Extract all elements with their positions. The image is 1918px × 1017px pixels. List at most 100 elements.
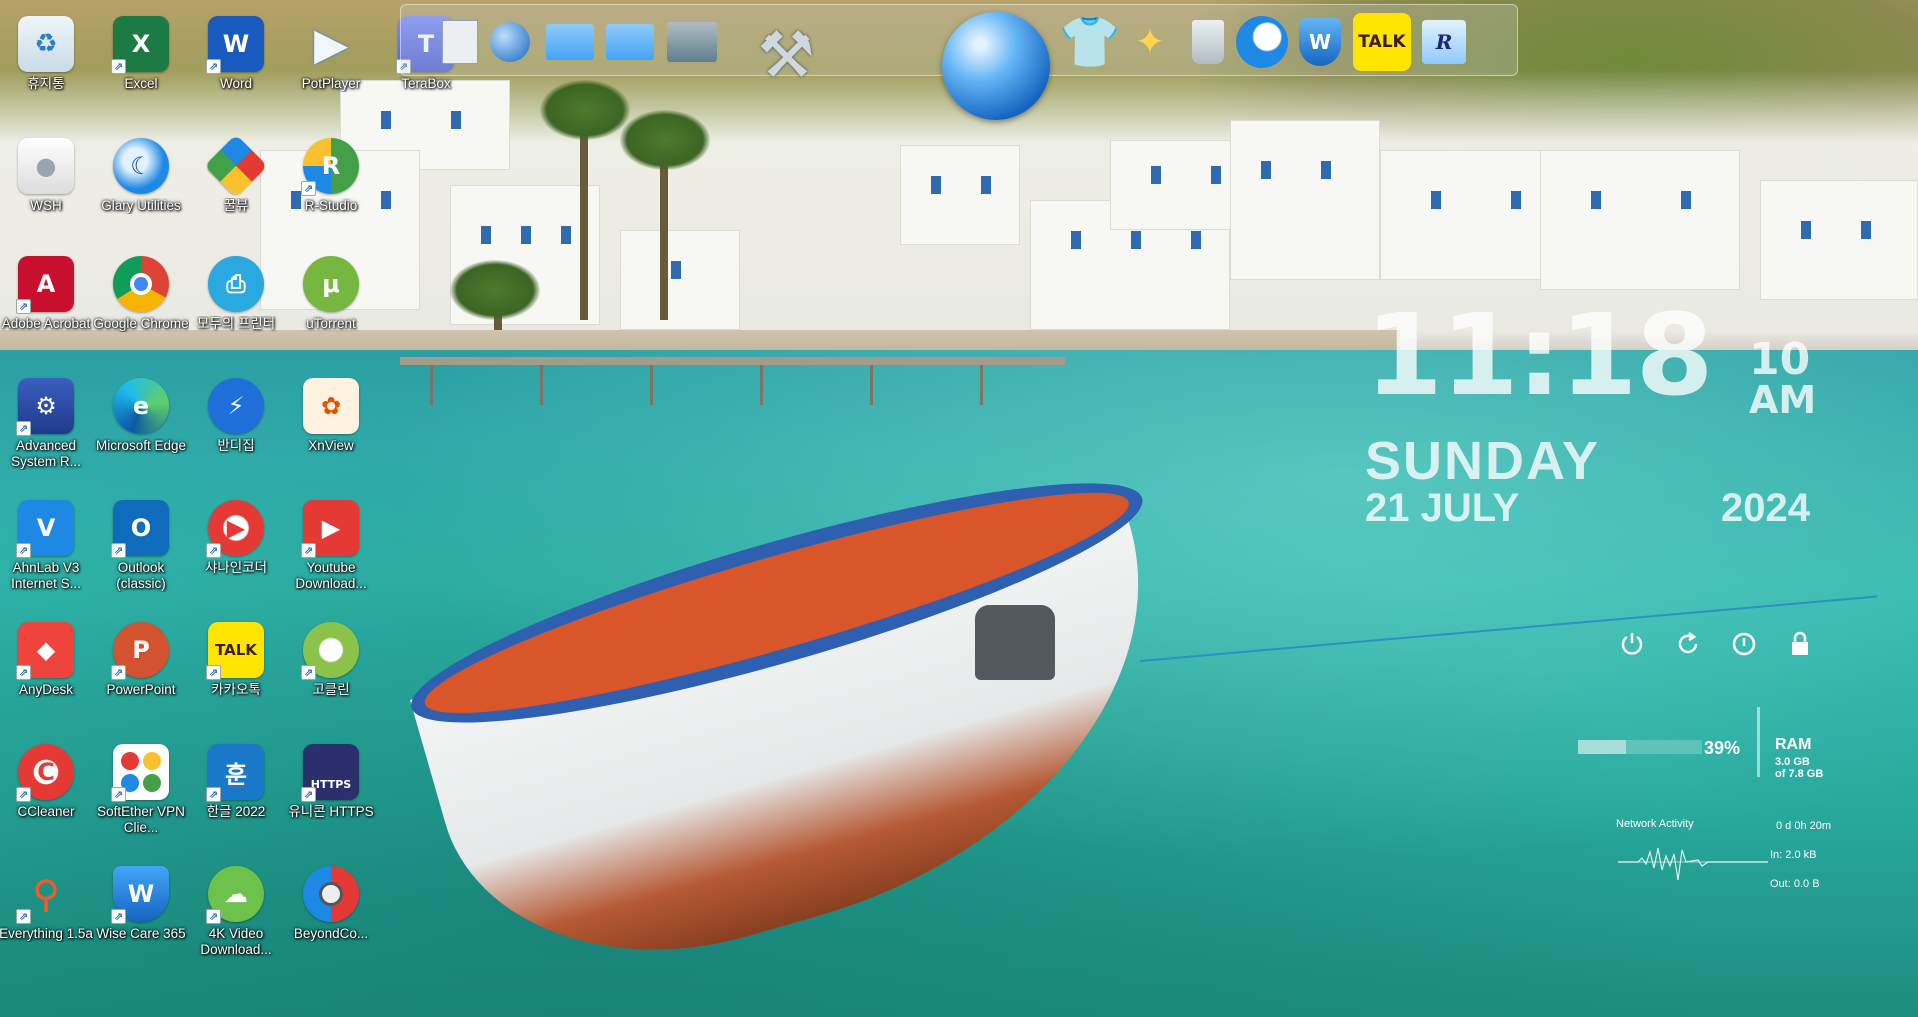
icon-label: CCleaner <box>17 804 75 819</box>
desktop-icon-adobe-acrobat[interactable]: A ⇗ Adobe Acrobat <box>0 250 92 362</box>
wsh-file-icon: ● <box>18 138 74 194</box>
desktop-icon-softether-vpn[interactable]: ⇗ SoftEther VPN Clie... <box>95 738 187 850</box>
desktop-icon-excel[interactable]: X ⇗ Excel <box>95 10 187 122</box>
xnview-icon: ✿ <box>303 378 359 434</box>
shortcut-arrow-icon: ⇗ <box>111 787 126 802</box>
desktop-icon-4k-video-downloader[interactable]: ☁ ⇗ 4K Video Download... <box>190 860 282 972</box>
power-icon <box>1621 633 1643 655</box>
icon-label: 반디집 <box>217 438 255 453</box>
desktop-icon-word[interactable]: W ⇗ Word <box>190 10 282 122</box>
dock-tools-icon[interactable]: ⚒ <box>741 11 831 101</box>
desktop-icon-advanced-system-repair[interactable]: ⚙ ⇗ Advanced System R... <box>0 372 92 484</box>
icon-label: PowerPoint <box>106 682 176 697</box>
restart-button[interactable] <box>1671 627 1705 661</box>
desktop-icon-modoo-printer[interactable]: ⎙ 모두의 프린터 <box>190 250 282 362</box>
desktop-icon-unicorn-https[interactable]: HTTPS ⇗ 유니콘 HTTPS <box>285 738 377 850</box>
lock-icon <box>1792 631 1808 655</box>
shortcut-arrow-icon: ⇗ <box>16 909 31 924</box>
clock-date: 21 JULY <box>1365 486 1520 530</box>
shortcut-arrow-icon: ⇗ <box>301 787 316 802</box>
desktop-icon-wsh[interactable]: ● WSH <box>0 132 92 244</box>
icon-label: R-Studio <box>304 198 358 213</box>
shortcut-arrow-icon: ⇗ <box>111 909 126 924</box>
desktop-icon-bandizip[interactable]: ⚡ 반디집 <box>190 372 282 484</box>
glary-icon: ☾ <box>113 138 169 194</box>
desktop-icon-wise-care-365[interactable]: W ⇗ Wise Care 365 <box>95 860 187 972</box>
shortcut-arrow-icon: ⇗ <box>111 59 126 74</box>
desktop-icon-anydesk[interactable]: ◆ ⇗ AnyDesk <box>0 616 92 728</box>
icon-label: 샤나인코더 <box>204 560 268 575</box>
desktop-icon-potplayer[interactable]: ▶ PotPlayer <box>285 10 377 122</box>
desktop-icon-shana-encoder[interactable]: ▶ ⇗ 샤나인코더 <box>190 494 282 606</box>
shortcut-arrow-icon: ⇗ <box>206 543 221 558</box>
network-in: In: 2.0 kB <box>1770 849 1817 861</box>
desktop-icon-hangul-2022[interactable]: 훈 ⇗ 한글 2022 <box>190 738 282 850</box>
desktop-icon-utorrent[interactable]: μ uTorrent <box>285 250 377 362</box>
ram-percent: 39% <box>1704 738 1741 758</box>
uptime: 0 d 0h 20m <box>1776 820 1832 832</box>
icon-label: SoftEther VPN Clie... <box>97 804 185 835</box>
dock-wise-shield-icon[interactable]: W <box>1291 13 1349 71</box>
shutdown-button[interactable] <box>1615 627 1649 661</box>
desktop-icon-beyond-compare[interactable]: BeyondCo... <box>285 860 377 972</box>
dock-kakaotalk-icon[interactable]: TALK <box>1353 13 1411 71</box>
excel-icon: X ⇗ <box>111 16 169 74</box>
kakaotalk-icon: TALK ⇗ <box>206 622 264 680</box>
desktop-icon-honeyview[interactable]: 꿀뷰 <box>190 132 282 244</box>
icon-label: PotPlayer <box>301 76 361 91</box>
dock-folder-icon[interactable] <box>601 13 659 71</box>
pier-post <box>980 365 983 405</box>
icon-label: AnyDesk <box>18 682 74 697</box>
icon-label: Microsoft Edge <box>95 438 187 453</box>
clock-time: 11:18 <box>1365 291 1714 421</box>
dock-folder-icon[interactable] <box>541 13 599 71</box>
house <box>1540 150 1740 290</box>
dock-globe-icon[interactable] <box>941 11 1051 121</box>
icon-label: 휴지통 <box>27 76 65 91</box>
dock-tshirt-icon[interactable]: 👕 <box>1059 13 1121 71</box>
desktop-icon-google-chrome[interactable]: Google Chrome <box>93 250 189 362</box>
dock-recycle-bin-icon[interactable] <box>1179 13 1237 71</box>
desktop-icon-r-studio[interactable]: R ⇗ R-Studio <box>285 132 377 244</box>
desktop-icon-ccleaner[interactable]: C ⇗ CCleaner <box>0 738 92 850</box>
icon-label: XnView <box>308 438 354 453</box>
youtube-downloader-icon: ▶ ⇗ <box>301 500 359 558</box>
palm-leaves <box>620 110 710 170</box>
shortcut-arrow-icon: ⇗ <box>16 665 31 680</box>
logoff-button[interactable] <box>1727 627 1761 661</box>
shortcut-arrow-icon: ⇗ <box>301 543 316 558</box>
pier-post <box>870 365 873 405</box>
dock-network-globe-icon[interactable] <box>481 13 539 71</box>
icon-label: Wise Care 365 <box>96 926 186 941</box>
shortcut-arrow-icon: ⇗ <box>16 787 31 802</box>
desktop-icon-xnview[interactable]: ✿ XnView <box>285 372 377 484</box>
house <box>1230 120 1380 280</box>
desktop-icon-outlook[interactable]: O ⇗ Outlook (classic) <box>95 494 187 606</box>
dock-magic-wand-icon[interactable]: ✦ <box>1121 13 1179 71</box>
dock-folder-icon[interactable] <box>663 13 721 71</box>
ram-divider <box>1757 707 1760 777</box>
desktop-icon-powerpoint[interactable]: P ⇗ PowerPoint <box>95 616 187 728</box>
desktop-icon-everything[interactable]: ⚲ ⇗ Everything 1.5a <box>0 860 93 972</box>
lock-button[interactable] <box>1783 627 1817 661</box>
desktop-icon-youtube-downloader[interactable]: ▶ ⇗ Youtube Download... <box>285 494 377 606</box>
desktop-icon-microsoft-edge[interactable]: e Microsoft Edge <box>95 372 187 484</box>
desktop-icon-goclean[interactable]: ⇗ 고클린 <box>285 616 377 728</box>
edge-icon: e <box>113 378 169 434</box>
icon-label: 모두의 프린터 <box>196 316 276 331</box>
dock-moon-app-icon[interactable] <box>1233 13 1291 71</box>
clock-year: 2024 <box>1721 486 1810 530</box>
dock-registry-icon[interactable]: R <box>1415 13 1473 71</box>
desktop-icon-recycle-bin[interactable]: ♻ 휴지통 <box>0 10 92 122</box>
desktop-icon-kakaotalk[interactable]: TALK ⇗ 카카오톡 <box>190 616 282 728</box>
encoder-icon: ▶ ⇗ <box>206 500 264 558</box>
unicorn-https-icon: HTTPS ⇗ <box>301 744 359 802</box>
network-activity-graph <box>1618 847 1768 881</box>
honeyview-icon <box>204 134 268 198</box>
desktop-icon-glary-utilities[interactable]: ☾ Glary Utilities <box>95 132 187 244</box>
palm-trunk <box>580 120 588 320</box>
quick-launch-dock: ⚒ 👕 ✦ W TALK R <box>400 4 1518 120</box>
cloud-download-icon: ☁ ⇗ <box>206 866 264 924</box>
shortcut-arrow-icon: ⇗ <box>16 421 31 436</box>
desktop-icon-ahnlab-v3[interactable]: V ⇗ AhnLab V3 Internet S... <box>0 494 92 606</box>
